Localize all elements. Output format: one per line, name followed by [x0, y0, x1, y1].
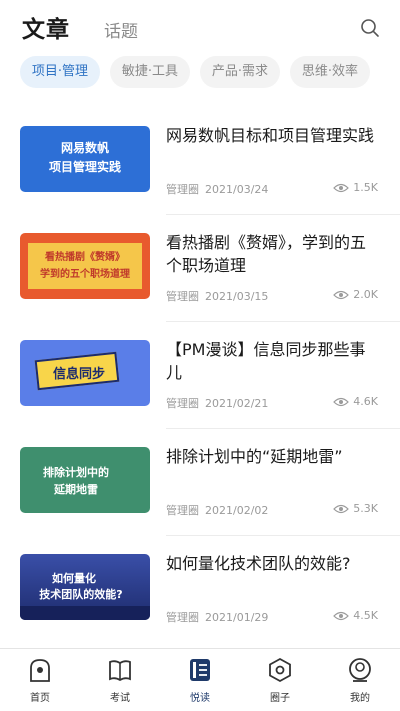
search-icon[interactable]: [360, 18, 380, 38]
article-thumbnail: 看热播剧《赘婿》 学到的五个职场道理: [20, 233, 150, 299]
hexagon-icon: [269, 657, 291, 683]
thumbnail-text: 延期地雷: [54, 483, 98, 496]
home-icon: [30, 659, 50, 682]
article-views: 4.5K: [333, 609, 378, 622]
article-item[interactable]: 信息同步 【PM漫谈】信息同步那些事儿 管理圈 2021/02/21 4.6K: [0, 322, 400, 429]
article-views: 5.3K: [333, 502, 378, 515]
book-icon: [109, 660, 131, 682]
article-meta: 管理圈 2021/02/02: [166, 502, 268, 518]
nav-item-exam[interactable]: 考试: [80, 649, 160, 711]
nav-item-reading[interactable]: 悦读: [160, 649, 240, 711]
category-chips: 项目·管理 敏捷·工具 产品·需求 思维·效率: [20, 56, 400, 88]
view-count: 1.5K: [353, 181, 378, 194]
article-thumbnail: 如何量化 技术团队的效能?: [20, 554, 150, 620]
article-item[interactable]: 如何量化 技术团队的效能? 如何量化技术团队的效能? 管理圈 2021/01/29…: [0, 536, 400, 643]
article-item[interactable]: 排除计划中的 延期地雷 排除计划中的“延期地雷” 管理圈 2021/02/02 5…: [0, 429, 400, 536]
nav-label: 首页: [30, 693, 50, 704]
article-meta: 管理圈 2021/03/15: [166, 288, 268, 304]
eye-icon: [333, 183, 350, 192]
article-meta: 管理圈 2021/01/29: [166, 609, 268, 625]
thumbnail-text: 看热播剧《赘婿》: [45, 252, 125, 263]
article-item[interactable]: 看热播剧《赘婿》 学到的五个职场道理 看热播剧《赘婿》，学到的五个职场道理 管理…: [0, 215, 400, 322]
article-title[interactable]: 排除计划中的“延期地雷”: [166, 445, 381, 468]
view-count: 4.6K: [353, 395, 378, 408]
thumbnail-text: 技术团队的效能?: [39, 588, 123, 601]
chip-product-requirements[interactable]: 产品·需求: [200, 56, 280, 88]
header: 文章 话题: [0, 0, 400, 50]
article-views: 4.6K: [333, 395, 378, 408]
chip-agile-tools[interactable]: 敏捷·工具: [110, 56, 190, 88]
thumbnail-text: 项目管理实践: [48, 160, 121, 174]
thumbnail-skyline: [20, 606, 150, 620]
article-date: 2021/03/24: [205, 183, 269, 196]
article-meta: 管理圈 2021/03/24: [166, 181, 268, 197]
article-source: 管理圈: [166, 397, 199, 410]
view-count: 5.3K: [353, 502, 378, 515]
article-title[interactable]: 看热播剧《赘婿》，学到的五个职场道理: [166, 231, 381, 277]
tab-articles[interactable]: 文章: [22, 10, 70, 44]
article-title[interactable]: 如何量化技术团队的效能?: [166, 552, 381, 575]
article-item[interactable]: 网易数帆 项目管理实践 网易数帆目标和项目管理实践 管理圈 2021/03/24 …: [0, 108, 400, 215]
article-source: 管理圈: [166, 504, 199, 517]
thumbnail-text: 信息同步: [52, 367, 105, 382]
article-source: 管理圈: [166, 611, 199, 624]
tab-topics[interactable]: 话题: [104, 17, 138, 42]
view-count: 2.0K: [353, 288, 378, 301]
profile-icon: [349, 658, 371, 682]
article-meta: 管理圈 2021/02/21: [166, 395, 268, 411]
article-date: 2021/01/29: [205, 611, 269, 624]
nav-label: 圈子: [270, 693, 290, 704]
bottom-nav: 首页 考试 悦读 圈子 我的: [0, 648, 400, 711]
article-date: 2021/03/15: [205, 290, 269, 303]
nav-label: 悦读: [190, 693, 210, 704]
nav-label: 考试: [110, 693, 130, 704]
article-thumbnail: 网易数帆 项目管理实践: [20, 126, 150, 192]
thumbnail-text: 如何量化: [52, 572, 96, 585]
article-thumbnail: 信息同步: [20, 340, 150, 406]
chip-thinking-efficiency[interactable]: 思维·效率: [290, 56, 370, 88]
nav-item-circle[interactable]: 圈子: [240, 649, 320, 711]
nav-item-home[interactable]: 首页: [0, 649, 80, 711]
article-title[interactable]: 【PM漫谈】信息同步那些事儿: [166, 338, 381, 384]
article-views: 1.5K: [333, 181, 378, 194]
nav-item-profile[interactable]: 我的: [320, 649, 400, 711]
article-views: 2.0K: [333, 288, 378, 301]
reading-icon: [190, 659, 210, 681]
eye-icon: [333, 611, 350, 620]
thumbnail-text: 网易数帆: [60, 141, 109, 155]
eye-icon: [333, 397, 350, 406]
thumbnail-text: 排除计划中的: [43, 466, 109, 479]
nav-label: 我的: [350, 693, 370, 704]
view-count: 4.5K: [353, 609, 378, 622]
eye-icon: [333, 504, 350, 513]
thumbnail-text: 学到的五个职场道理: [40, 269, 130, 280]
article-date: 2021/02/02: [205, 504, 269, 517]
article-thumbnail: 排除计划中的 延期地雷: [20, 447, 150, 513]
chip-project-management[interactable]: 项目·管理: [20, 56, 100, 88]
article-source: 管理圈: [166, 290, 199, 303]
article-date: 2021/02/21: [205, 397, 269, 410]
eye-icon: [333, 290, 350, 299]
article-title[interactable]: 网易数帆目标和项目管理实践: [166, 124, 381, 147]
article-source: 管理圈: [166, 183, 199, 196]
